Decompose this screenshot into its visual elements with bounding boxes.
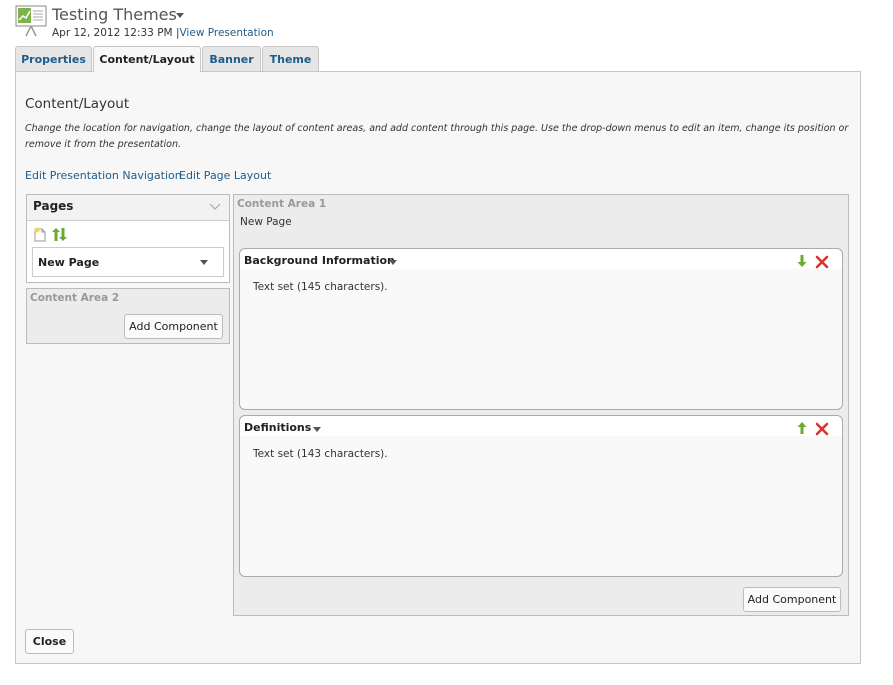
edit-presentation-navigation-link[interactable]: Edit Presentation Navigation [25,169,182,182]
reorder-icon[interactable] [51,227,68,242]
pages-panel-title: Pages [33,199,74,213]
page-item-label: New Page [38,256,100,269]
edit-page-layout-link[interactable]: Edit Page Layout [179,169,271,182]
component-content-text: Text set (143 characters). [253,448,388,460]
content-area-1-add-component-button[interactable]: Add Component [743,587,841,612]
close-button[interactable]: Close [25,629,74,654]
component-content-text: Text set (145 characters). [253,281,388,293]
component-card-background-information [239,248,843,410]
component-card-header [240,416,842,436]
delete-icon[interactable] [815,255,829,269]
tab-theme[interactable]: Theme [262,46,319,71]
view-presentation-link[interactable]: View Presentation [179,27,273,39]
component-title[interactable]: Background Information [244,254,395,267]
tab-content-layout[interactable]: Content/Layout [93,46,201,72]
new-page-icon[interactable] [33,227,47,242]
content-area-1-page-name: New Page [240,216,292,228]
content-area-2-label: Content Area 2 [30,292,120,304]
tab-properties[interactable]: Properties [15,46,92,71]
presentation-title: Testing Themes [52,5,177,24]
move-down-icon[interactable] [795,254,809,268]
presentation-meta: Apr 12, 2012 12:33 PM |View Presentation [52,27,274,39]
content-area-1-label: Content Area 1 [237,198,327,210]
chevron-down-icon[interactable] [209,201,221,210]
page-item-dropdown-icon[interactable] [200,260,208,265]
presentation-date: Apr 12, 2012 12:33 PM [52,27,173,39]
content-area-2-add-component-button[interactable]: Add Component [124,314,223,339]
move-up-icon[interactable] [795,421,809,435]
tab-banner[interactable]: Banner [202,46,261,71]
delete-icon[interactable] [815,422,829,436]
component-menu-dropdown-icon[interactable] [313,427,321,432]
presentation-icon [15,5,47,37]
component-title[interactable]: Definitions [244,421,311,434]
page-heading: Content/Layout [25,96,130,112]
title-dropdown-arrow-icon[interactable] [176,13,184,18]
component-menu-dropdown-icon[interactable] [389,260,397,265]
page-description: Change the location for navigation, chan… [25,123,849,150]
component-card-definitions [239,415,843,577]
